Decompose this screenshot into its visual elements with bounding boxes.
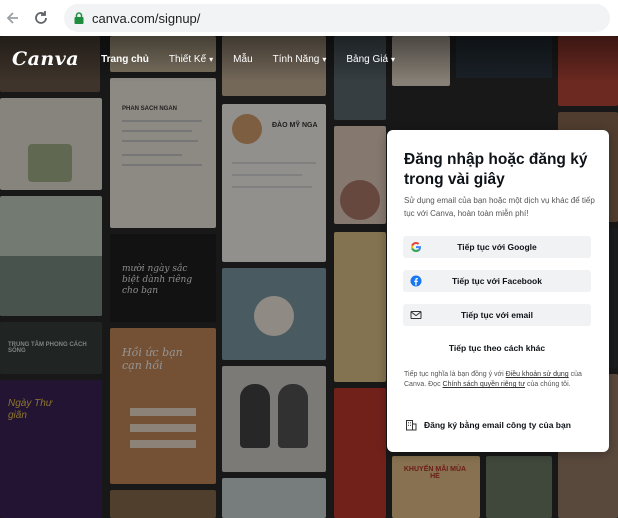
tile-text: TRUNG TÂM PHONG CÁCH SỐNG	[8, 342, 87, 354]
google-icon	[410, 241, 422, 253]
lock-icon	[74, 12, 84, 24]
template-tile	[334, 232, 386, 382]
template-tile	[0, 98, 102, 190]
url-text: canva.com/signup/	[92, 10, 201, 26]
template-tile	[222, 478, 326, 518]
envelope-icon	[410, 309, 422, 321]
template-tile	[334, 388, 386, 518]
address-bar[interactable]: canva.com/signup/	[64, 4, 610, 32]
nav-features[interactable]: Tính Năng ▾	[273, 54, 327, 65]
nav-design-label: Thiết Kế	[168, 53, 207, 65]
nav-templates-label: Mẫu	[233, 53, 253, 65]
building-icon	[406, 420, 417, 431]
template-tile: KHUYẾN MÃI MÙA HÈ	[392, 456, 480, 518]
back-arrow-icon[interactable]	[4, 9, 22, 27]
tile-text: ĐÀO MỸ NGA	[272, 122, 318, 129]
nav-home[interactable]: Trang chủ	[101, 54, 149, 65]
nav-home-label: Trang chủ	[101, 53, 149, 65]
template-tile	[110, 490, 216, 518]
continue-google-label: Tiếp tục với Google	[457, 242, 537, 252]
template-tile: ĐÀO MỸ NGA	[222, 104, 326, 262]
tile-text: Hồi ức bạn cạn hồi	[122, 346, 183, 372]
chevron-down-icon: ▾	[391, 54, 396, 64]
signup-title: Đăng nhập hoặc đăng ký trong vài giây	[404, 151, 588, 188]
template-tile: mười ngày sắc biệt dành riêng cho bạn	[110, 234, 216, 322]
browser-toolbar: canva.com/signup/	[0, 0, 618, 36]
template-tile: Ngày Thư giãn	[0, 380, 102, 518]
template-tile	[222, 268, 326, 360]
tile-text: KHUYẾN MÃI MÙA HÈ	[403, 466, 467, 480]
continue-other-link[interactable]: Tiếp tục theo cách khác	[403, 343, 591, 353]
continue-facebook-button[interactable]: Tiếp tục với Facebook	[403, 270, 591, 292]
facebook-icon	[410, 275, 422, 287]
canva-signup-page: PHAN SACH NGAN ĐÀO MỸ NGA mười ngày sắc …	[0, 36, 618, 518]
template-tile	[0, 196, 102, 316]
tile-text: Ngày Thư giãn	[8, 398, 53, 421]
template-tile	[222, 366, 326, 472]
signup-subtitle: Sử dụng email của bạn hoặc một dịch vụ k…	[404, 196, 595, 218]
terms-link[interactable]: Điều khoản sử dụng	[506, 371, 569, 378]
nav-pricing[interactable]: Bảng Giá ▾	[346, 54, 395, 65]
template-tile	[486, 456, 552, 518]
template-tile: Hồi ức bạn cạn hồi	[110, 328, 216, 484]
template-tile: PHAN SACH NGAN	[110, 78, 216, 228]
legal-text-post: của chúng tôi.	[525, 381, 571, 388]
chevron-down-icon: ▾	[209, 54, 214, 64]
reload-icon[interactable]	[32, 9, 50, 27]
legal-text-pre: Tiếp tục nghĩa là bạn đồng ý với	[404, 371, 506, 378]
nav-design[interactable]: Thiết Kế ▾	[169, 54, 213, 65]
signup-card: Đăng nhập hoặc đăng ký trong vài giây Sử…	[387, 130, 609, 452]
template-tile: TRUNG TÂM PHONG CÁCH SỐNG	[0, 322, 102, 374]
template-tile	[334, 126, 386, 224]
business-signup-link[interactable]: Đăng ký bằng email công ty của bạn	[405, 419, 571, 431]
privacy-link[interactable]: Chính sách quyền riêng tư	[443, 381, 526, 388]
continue-facebook-label: Tiếp tục với Facebook	[452, 276, 542, 286]
legal-notice: Tiếp tục nghĩa là bạn đồng ý với Điều kh…	[404, 370, 600, 390]
continue-email-button[interactable]: Tiếp tục với email	[403, 304, 591, 326]
nav-pricing-label: Bảng Giá	[346, 53, 389, 65]
canva-navbar: Canva Trang chủ Thiết Kế ▾ Mẫu Tính Năng ▾…	[0, 36, 618, 82]
tile-text: PHAN SACH NGAN	[122, 106, 178, 112]
canva-logo[interactable]: Canva	[12, 48, 79, 70]
business-signup-label: Đăng ký bằng email công ty của bạn	[424, 420, 571, 430]
continue-email-label: Tiếp tục với email	[460, 310, 534, 320]
continue-google-button[interactable]: Tiếp tục với Google	[403, 236, 591, 258]
nav-features-label: Tính Năng	[272, 53, 320, 65]
tile-text: mười ngày sắc biệt dành riêng cho bạn	[122, 264, 193, 296]
chevron-down-icon: ▾	[322, 54, 327, 64]
nav-templates[interactable]: Mẫu	[233, 54, 252, 65]
